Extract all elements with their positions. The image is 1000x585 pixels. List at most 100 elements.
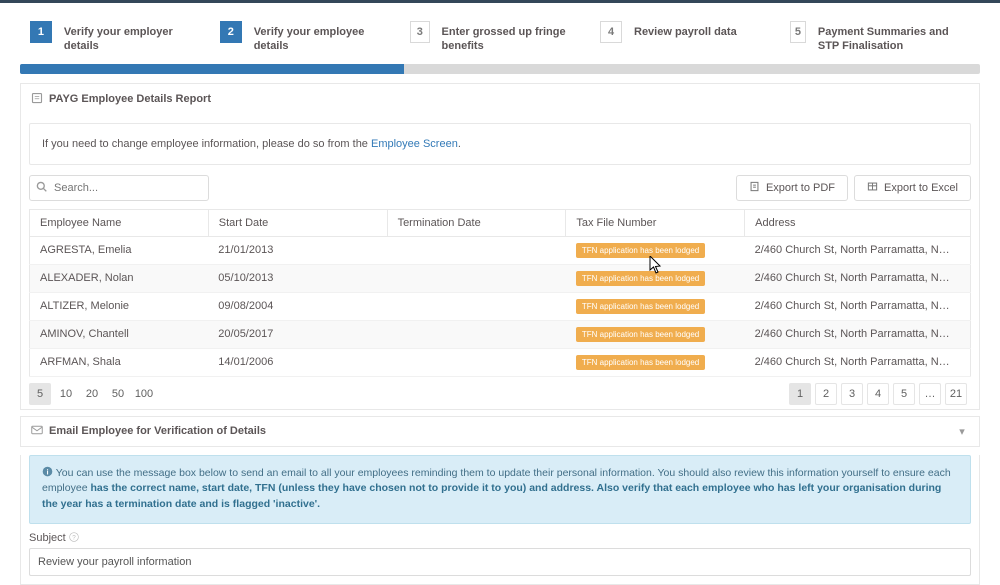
cell-tfn: TFN application has been lodged	[566, 236, 745, 264]
cell-addr: 2/460 Church St, North Parramatta, NSW 2…	[745, 236, 971, 264]
cell-tfn: TFN application has been lodged	[566, 292, 745, 320]
search-box[interactable]	[29, 175, 209, 201]
wizard-step-number: 1	[30, 21, 52, 43]
panel-title: PAYG Employee Details Report	[49, 93, 211, 105]
tfn-badge: TFN application has been lodged	[576, 327, 705, 342]
subject-input[interactable]	[29, 548, 971, 576]
cell-tfn: TFN application has been lodged	[566, 348, 745, 376]
col-tfn[interactable]: Tax File Number	[566, 209, 745, 236]
page-size-100[interactable]: 100	[133, 383, 155, 405]
svg-text:?: ?	[72, 534, 76, 541]
wizard-step-4[interactable]: 4 Review payroll data	[600, 21, 780, 54]
subject-label: Subject ?	[29, 532, 971, 544]
export-excel-label: Export to Excel	[884, 182, 958, 194]
cell-term	[387, 236, 566, 264]
page-size-50[interactable]: 50	[107, 383, 129, 405]
cell-tfn: TFN application has been lodged	[566, 320, 745, 348]
tfn-badge: TFN application has been lodged	[576, 243, 705, 258]
note-bold: has the correct name, start date, TFN (u…	[42, 482, 941, 510]
info-box: If you need to change employee informati…	[29, 123, 971, 165]
table-row[interactable]: ALTIZER, Melonie09/08/2004 TFN applicatio…	[30, 292, 971, 320]
cell-start: 20/05/2017	[208, 320, 387, 348]
cell-start: 14/01/2006	[208, 348, 387, 376]
wizard-step-2[interactable]: 2 Verify your employee details	[220, 21, 400, 54]
wizard-step-number: 4	[600, 21, 622, 43]
page-4[interactable]: 4	[867, 383, 889, 405]
tfn-badge: TFN application has been lodged	[576, 355, 705, 370]
cell-start: 09/08/2004	[208, 292, 387, 320]
export-pdf-button[interactable]: Export to PDF	[736, 175, 848, 201]
employee-screen-link[interactable]: Employee Screen	[371, 138, 458, 150]
progress-bar	[20, 64, 980, 74]
page-size-selector: 5102050100	[29, 383, 159, 405]
page-5[interactable]: 5	[893, 383, 915, 405]
wizard-step-number: 3	[410, 21, 430, 43]
page-1[interactable]: 1	[789, 383, 811, 405]
col-start-date[interactable]: Start Date	[208, 209, 387, 236]
col-address[interactable]: Address	[745, 209, 971, 236]
wizard-step-label: Verify your employee details	[254, 21, 400, 54]
excel-icon	[867, 181, 878, 195]
info-text: If you need to change employee informati…	[42, 138, 371, 150]
chevron-down-icon: ▾	[955, 425, 969, 438]
email-info-note: i You can use the message box below to s…	[29, 455, 971, 524]
export-excel-button[interactable]: Export to Excel	[854, 175, 971, 201]
cell-name: AGRESTA, Emelia	[30, 236, 209, 264]
email-section-title: Email Employee for Verification of Detai…	[49, 425, 266, 437]
wizard-step-3[interactable]: 3 Enter grossed up fringe benefits	[410, 21, 590, 54]
col-employee-name[interactable]: Employee Name	[30, 209, 209, 236]
svg-text:i: i	[46, 467, 48, 476]
info-suffix: .	[458, 138, 461, 150]
cell-term	[387, 348, 566, 376]
table-row[interactable]: ARFMAN, Shala14/01/2006 TFN application h…	[30, 348, 971, 376]
info-circle-icon: i	[42, 467, 56, 479]
table-row[interactable]: ALEXADER, Nolan05/10/2013 TFN application…	[30, 264, 971, 292]
pdf-icon	[749, 181, 760, 195]
cell-name: ARFMAN, Shala	[30, 348, 209, 376]
page-3[interactable]: 3	[841, 383, 863, 405]
col-termination-date[interactable]: Termination Date	[387, 209, 566, 236]
export-pdf-label: Export to PDF	[766, 182, 835, 194]
search-input[interactable]	[29, 175, 209, 201]
wizard-step-label: Review payroll data	[634, 21, 737, 39]
cell-name: ALEXADER, Nolan	[30, 264, 209, 292]
page-2[interactable]: 2	[815, 383, 837, 405]
cell-name: AMINOV, Chantell	[30, 320, 209, 348]
cell-addr: 2/460 Church St, North Parramatta, NSW 2…	[745, 320, 971, 348]
page-size-10[interactable]: 10	[55, 383, 77, 405]
wizard-step-number: 5	[790, 21, 806, 43]
cell-start: 05/10/2013	[208, 264, 387, 292]
cell-term	[387, 264, 566, 292]
mail-icon	[31, 425, 43, 438]
progress-fill	[20, 64, 404, 74]
wizard-step-label: Payment Summaries and STP Finalisation	[818, 21, 970, 54]
panel-header: PAYG Employee Details Report	[20, 83, 980, 115]
cell-start: 21/01/2013	[208, 236, 387, 264]
page-21[interactable]: 21	[945, 383, 967, 405]
report-icon	[31, 92, 43, 107]
help-icon[interactable]: ?	[69, 532, 79, 544]
cell-term	[387, 292, 566, 320]
cell-name: ALTIZER, Melonie	[30, 292, 209, 320]
cell-addr: 2/460 Church St, North Parramatta, NSW 2…	[745, 292, 971, 320]
wizard-step-label: Verify your employer details	[64, 21, 210, 54]
page-size-5[interactable]: 5	[29, 383, 51, 405]
wizard-step-label: Enter grossed up fringe benefits	[442, 21, 590, 54]
table-row[interactable]: AGRESTA, Emelia21/01/2013 TFN application…	[30, 236, 971, 264]
email-section-header[interactable]: Email Employee for Verification of Detai…	[20, 416, 980, 447]
wizard-step-5[interactable]: 5 Payment Summaries and STP Finalisation	[790, 21, 970, 54]
cell-addr: 2/460 Church St, North Parramatta, NSW 2…	[745, 348, 971, 376]
wizard-step-number: 2	[220, 21, 242, 43]
search-icon	[36, 181, 47, 195]
page-…: …	[919, 383, 941, 405]
wizard-step-1[interactable]: 1 Verify your employer details	[30, 21, 210, 54]
page-size-20[interactable]: 20	[81, 383, 103, 405]
table-row[interactable]: AMINOV, Chantell20/05/2017 TFN applicatio…	[30, 320, 971, 348]
cell-tfn: TFN application has been lodged	[566, 264, 745, 292]
tfn-badge: TFN application has been lodged	[576, 271, 705, 286]
cell-term	[387, 320, 566, 348]
pagination: 12345…21	[789, 383, 971, 405]
tfn-badge: TFN application has been lodged	[576, 299, 705, 314]
wizard-steps: 1 Verify your employer details 2 Verify …	[0, 3, 1000, 64]
employee-table: Employee Name Start Date Termination Dat…	[29, 209, 971, 377]
